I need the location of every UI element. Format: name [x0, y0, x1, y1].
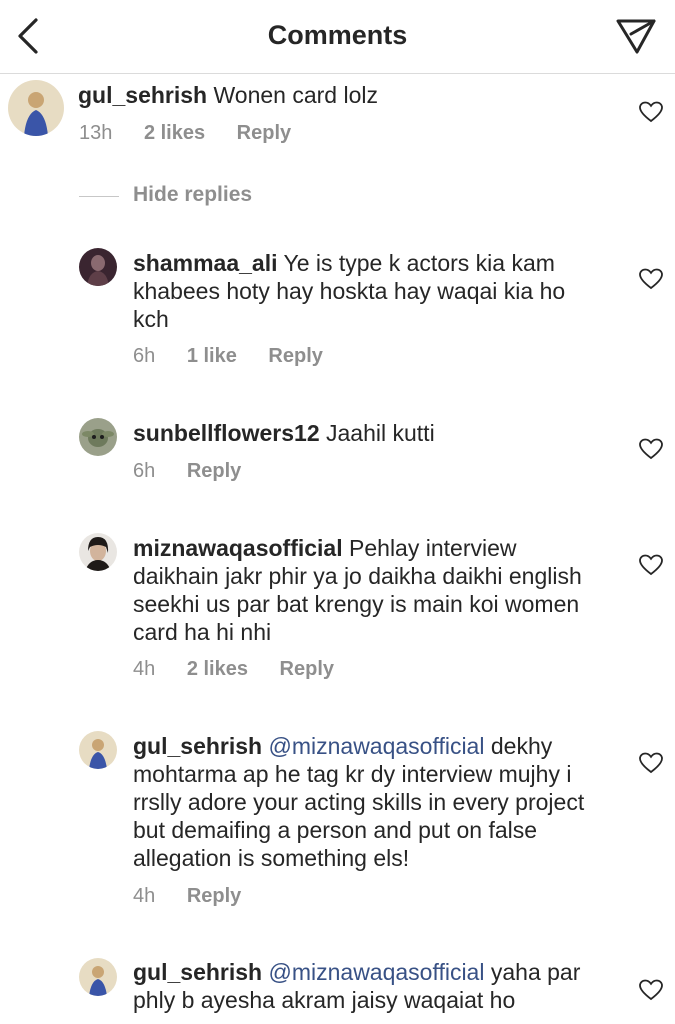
comment-body: Jaahil kutti [326, 420, 435, 446]
reply-button[interactable]: Reply [280, 658, 334, 680]
avatar[interactable] [79, 418, 117, 456]
comment-text: miznawaqasofficial Pehlay interview daik… [133, 534, 603, 646]
comment-text: gul_sehrish Wonen card lolz [78, 81, 598, 109]
like-heart-icon[interactable] [639, 979, 663, 1001]
reply-button[interactable]: Reply [187, 460, 241, 482]
comment-text: shammaa_ali Ye is type k actors kia kam … [133, 249, 603, 333]
comment-time: 4h [133, 885, 156, 907]
reply-button[interactable]: Reply [268, 345, 322, 367]
hide-replies-line [79, 196, 119, 197]
like-heart-icon[interactable] [639, 438, 663, 460]
like-heart-icon[interactable] [639, 101, 663, 123]
comment-username[interactable]: gul_sehrish [133, 959, 262, 985]
reply-button[interactable]: Reply [237, 122, 291, 144]
avatar[interactable] [79, 248, 117, 286]
like-heart-icon[interactable] [639, 268, 663, 290]
comment-time: 13h [79, 122, 113, 144]
comment-username[interactable]: shammaa_ali [133, 250, 277, 276]
comment-meta: 6h 1 like Reply [133, 345, 349, 368]
comment-meta: 13h 2 likes Reply [79, 122, 317, 145]
avatar[interactable] [79, 533, 117, 571]
comment-time: 6h [133, 460, 156, 482]
comment-meta: 4h 2 likes Reply [133, 658, 360, 681]
comment-body: Wonen card lolz [213, 82, 379, 108]
send-direct-icon[interactable] [615, 17, 657, 55]
like-heart-icon[interactable] [639, 752, 663, 774]
avatar[interactable] [79, 958, 117, 996]
comment-username[interactable]: miznawaqasofficial [133, 535, 343, 561]
likes-count[interactable]: 2 likes [187, 658, 248, 680]
comment-meta: 4h Reply [133, 885, 267, 908]
likes-count[interactable]: 2 likes [144, 122, 205, 144]
comment-text: sunbellflowers12 Jaahil kutti [133, 419, 603, 447]
comment-time: 6h [133, 345, 156, 367]
comment-text: gul_sehrish @miznawaqasofficial yaha par… [133, 958, 603, 1014]
mention-link[interactable]: @miznawaqasofficial [269, 733, 485, 759]
reply-button[interactable]: Reply [187, 885, 241, 907]
comment-text: gul_sehrish @miznawaqasofficial dekhy mo… [133, 732, 603, 872]
like-heart-icon[interactable] [639, 554, 663, 576]
comment-time: 4h [133, 658, 156, 680]
comment-username[interactable]: gul_sehrish [78, 82, 207, 108]
avatar[interactable] [8, 80, 64, 136]
comment-meta: 6h Reply [133, 460, 267, 483]
likes-count[interactable]: 1 like [187, 345, 237, 367]
page-title: Comments [267, 20, 408, 50]
avatar[interactable] [79, 731, 117, 769]
comment-username[interactable]: gul_sehrish [133, 733, 262, 759]
hide-replies-label[interactable]: Hide replies [133, 183, 252, 207]
comment-username[interactable]: sunbellflowers12 [133, 420, 320, 446]
mention-link[interactable]: @miznawaqasofficial [269, 959, 485, 985]
header-bar: Comments [0, 0, 675, 74]
